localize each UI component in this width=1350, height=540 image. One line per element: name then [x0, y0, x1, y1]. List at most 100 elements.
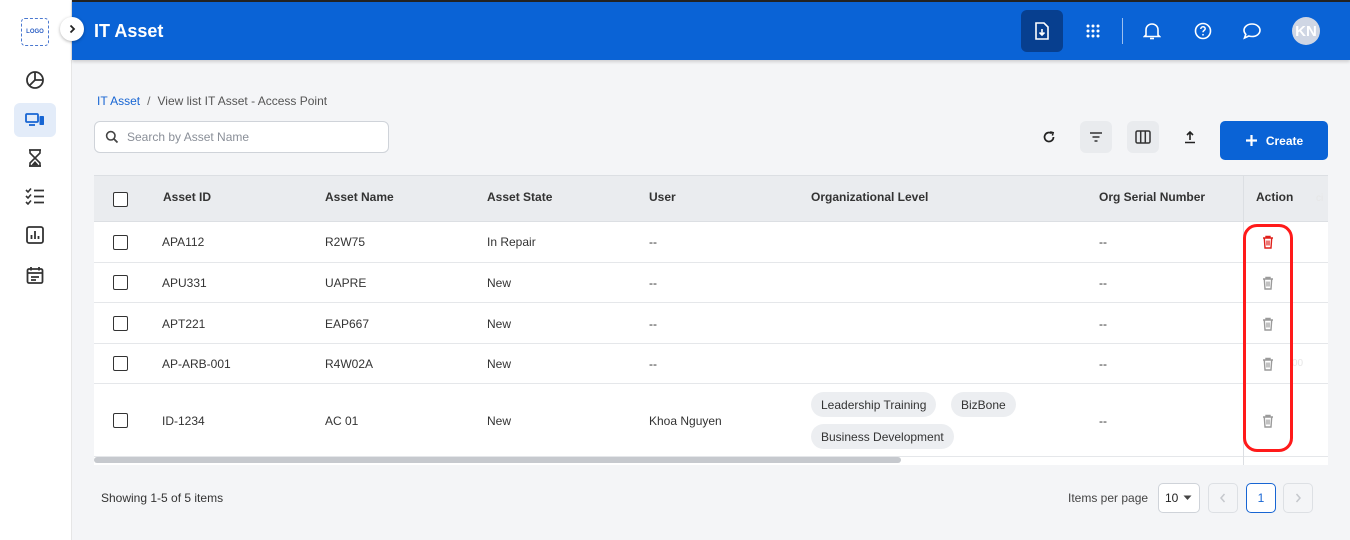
page-header-title: IT Asset [94, 21, 164, 41]
cell-org-serial: -- [1099, 317, 1107, 331]
sidebar-item-reports[interactable] [14, 218, 56, 252]
column-header-asset-id[interactable]: Asset ID [163, 190, 211, 204]
dashboard-pie-icon [26, 71, 44, 89]
select-all-checkbox[interactable] [113, 192, 128, 207]
search-icon [105, 130, 119, 144]
sidebar-item-calendar[interactable] [14, 258, 56, 292]
cell-asset-name: EAP667 [325, 317, 370, 331]
row-checkbox[interactable] [113, 275, 128, 290]
horizontal-scrollbar[interactable] [94, 457, 901, 463]
table-row[interactable]: ID-1234 AC 01 New Khoa Nguyen Leadership… [94, 384, 1328, 457]
top-header: IT Asset KN [72, 0, 1350, 60]
cell-asset-state: New [487, 357, 512, 371]
cell-asset-id: ID-1234 [162, 414, 205, 428]
org-level-tag: Business Development [811, 424, 954, 449]
filter-button[interactable] [1080, 121, 1112, 153]
cell-user: Khoa Nguyen [649, 414, 722, 428]
table-row[interactable]: APA112 R2W75 In Repair -- -- [94, 222, 1328, 263]
breadcrumb-link-it-asset[interactable]: IT Asset [97, 94, 140, 108]
row-checkbox[interactable] [113, 316, 128, 331]
apps-grid-icon [1086, 24, 1100, 38]
cell-asset-state: In Repair [487, 235, 536, 249]
cell-asset-id: APT221 [162, 317, 206, 331]
page-number-button[interactable]: 1 [1246, 483, 1276, 513]
next-page-button[interactable] [1283, 483, 1313, 513]
chevron-right-icon [69, 24, 76, 34]
create-button-label: Create [1265, 133, 1304, 148]
items-per-page-value: 10 [1165, 491, 1179, 505]
refresh-button[interactable] [1033, 121, 1065, 153]
columns-button[interactable] [1127, 121, 1159, 153]
help-icon [1194, 22, 1212, 40]
cell-asset-name: R2W75 [325, 235, 366, 249]
hourglass-icon [29, 149, 41, 167]
export-button[interactable] [1174, 121, 1206, 153]
row-checkbox[interactable] [113, 235, 128, 250]
caret-down-icon [1183, 495, 1192, 500]
pagination-summary: Showing 1-5 of 5 items [101, 491, 224, 505]
cell-org-serial: -- [1099, 357, 1107, 371]
items-per-page-label: Items per page [1068, 491, 1149, 505]
chevron-right-icon [1295, 493, 1301, 503]
cell-user: -- [649, 235, 657, 249]
column-header-asset-name[interactable]: Asset Name [325, 190, 394, 204]
cell-asset-name: AC 01 [325, 414, 359, 428]
asset-table: Asset ID Asset Name Asset State User Org… [94, 175, 1328, 465]
row-checkbox[interactable] [113, 413, 128, 428]
upload-icon [1185, 130, 1195, 144]
org-level-tag: Leadership Training [811, 392, 937, 417]
notifications-button[interactable] [1131, 10, 1173, 52]
cell-asset-id: AP-ARB-001 [162, 357, 231, 371]
table-row[interactable]: APU331 UAPRE New -- -- [94, 263, 1328, 303]
cell-org-serial: -- [1099, 276, 1107, 290]
column-header-user[interactable]: User [649, 190, 676, 204]
calendar-icon [26, 267, 44, 284]
column-header-org-level[interactable]: Organizational Level [811, 190, 928, 204]
sidebar-toggle-button[interactable] [60, 17, 84, 41]
sidebar-item-devices[interactable] [14, 103, 56, 137]
action-column-highlight [1243, 224, 1293, 452]
devices-icon [25, 113, 44, 126]
search-box [94, 121, 389, 153]
plus-icon [1245, 135, 1257, 146]
cell-asset-state: New [487, 317, 512, 331]
refresh-icon [1043, 131, 1055, 143]
column-header-org-serial[interactable]: Org Serial Number [1099, 190, 1205, 204]
user-avatar[interactable]: KN [1292, 17, 1320, 45]
sidebar: LOGO [0, 0, 72, 540]
search-input[interactable] [127, 130, 377, 144]
header-divider [1122, 18, 1123, 44]
table-header: Asset ID Asset Name Asset State User Org… [94, 175, 1328, 222]
chat-button[interactable] [1231, 10, 1273, 52]
columns-icon [1135, 130, 1151, 144]
table-row[interactable]: AP-ARB-001 R4W02A New -- -- 00 [94, 344, 1328, 384]
checklist-icon [25, 187, 44, 205]
row-checkbox[interactable] [113, 356, 128, 371]
apps-menu-button[interactable] [1072, 10, 1114, 52]
download-button[interactable] [1021, 10, 1063, 52]
breadcrumb-separator: / [147, 94, 151, 108]
cell-org-serial: -- [1099, 235, 1107, 249]
file-download-icon [1035, 22, 1049, 40]
breadcrumb-current: View list IT Asset - Access Point [157, 94, 328, 108]
help-button[interactable] [1182, 10, 1224, 52]
cell-asset-id: APA112 [162, 235, 205, 249]
sidebar-item-history[interactable] [14, 141, 56, 175]
column-header-asset-state[interactable]: Asset State [487, 190, 552, 204]
breadcrumb: IT Asset / View list IT Asset - Access Poi… [97, 94, 327, 108]
chat-bubble-icon [1243, 23, 1261, 40]
org-level-tag: BizBone [951, 392, 1016, 417]
create-button[interactable]: Create [1220, 121, 1328, 160]
table-row[interactable]: APT221 EAP667 New -- -- [94, 303, 1328, 344]
prev-page-button[interactable] [1208, 483, 1238, 513]
cell-asset-state: New [487, 276, 512, 290]
cell-org-serial: -- [1099, 414, 1107, 428]
cell-asset-state: New [487, 414, 512, 428]
sidebar-item-dashboard[interactable] [14, 63, 56, 97]
cell-user: -- [649, 317, 657, 331]
sidebar-item-checklist[interactable] [14, 179, 56, 213]
cell-asset-name: UAPRE [325, 276, 367, 290]
cell-asset-name: R4W02A [325, 357, 374, 371]
items-per-page-select[interactable]: 10 [1158, 483, 1200, 513]
cell-user: -- [649, 276, 657, 290]
